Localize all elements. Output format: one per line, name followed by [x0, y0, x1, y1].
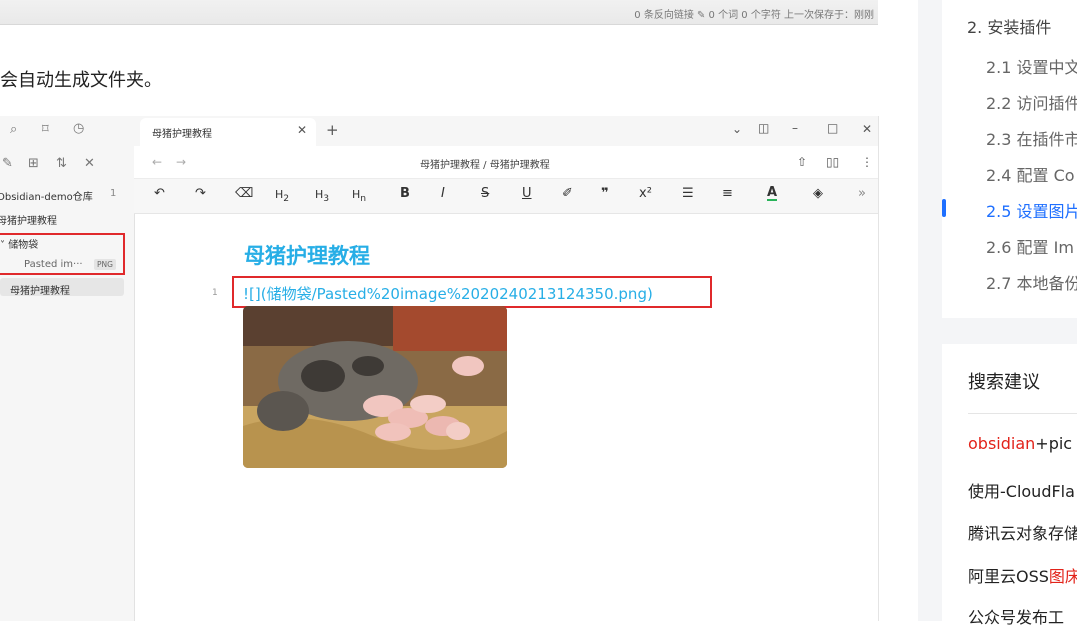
- tree-note-active[interactable]: 母猪护理教程: [10, 282, 70, 297]
- pin-icon[interactable]: ⇧: [797, 155, 807, 169]
- search-icon[interactable]: ⌕: [10, 122, 17, 137]
- toc-item-4[interactable]: 2.4 配置 Co: [986, 162, 1075, 186]
- file-explorer-sidebar: ⌕ ⌑ ◷ ✎ ⊞ ⇅ ✕ Obsidian-demo仓库 1 母猪护理教程 ˅…: [0, 116, 135, 621]
- toc-item-1[interactable]: 2.1 设置中文: [986, 54, 1077, 78]
- redo-icon[interactable]: ↷: [195, 186, 206, 201]
- tab-title: 母猪护理教程: [152, 129, 212, 140]
- tab-list-chevron-icon[interactable]: ⌄: [732, 122, 742, 136]
- strikethrough-button[interactable]: S: [481, 186, 489, 201]
- suggestion-red: 图床: [1048, 567, 1077, 586]
- forward-arrow-icon[interactable]: →: [176, 155, 186, 169]
- toc-item-6[interactable]: 2.6 配置 Im: [986, 234, 1074, 258]
- breadcrumb[interactable]: 母猪护理教程 / 母猪护理教程: [420, 156, 550, 171]
- maximize-icon[interactable]: □: [827, 121, 838, 135]
- clock-icon[interactable]: ◷: [73, 121, 84, 136]
- toc-item-5-active[interactable]: 2.5 设置图片: [986, 198, 1077, 222]
- suggestion-red: obsidian: [968, 434, 1036, 453]
- collapse-icon[interactable]: ✕: [84, 156, 95, 171]
- new-note-icon[interactable]: ✎: [2, 156, 13, 171]
- font-color-button[interactable]: A: [767, 186, 778, 201]
- more-tools-icon[interactable]: »: [858, 186, 866, 201]
- italic-button[interactable]: I: [441, 186, 445, 201]
- align-icon[interactable]: ≡: [722, 186, 733, 201]
- reading-view-icon[interactable]: ▯▯: [826, 155, 839, 169]
- toc-active-indicator: [942, 199, 946, 217]
- highlight-box-folder: [0, 233, 125, 275]
- suggestion-item-2[interactable]: 腾讯云对象存储: [968, 520, 1077, 544]
- quote-icon[interactable]: ❞: [601, 186, 609, 201]
- superscript-icon[interactable]: x²: [639, 186, 652, 201]
- embedded-pig-image: [243, 306, 507, 468]
- line-number: 1: [212, 288, 218, 298]
- toc-item-3[interactable]: 2.3 在插件市: [986, 126, 1077, 150]
- bookmark-icon[interactable]: ⌑: [42, 122, 49, 137]
- more-options-icon[interactable]: ⋮: [861, 155, 873, 169]
- undo-icon[interactable]: ↶: [154, 186, 165, 201]
- vault-count: 1: [110, 188, 117, 199]
- sidebar-toggle-icon[interactable]: ◫: [758, 121, 769, 135]
- status-text: 0 条反向链接 ✎ 0 个词 0 个字符 上一次保存于：刚刚: [634, 10, 874, 21]
- vault-name[interactable]: Obsidian-demo仓库: [0, 188, 93, 203]
- status-strip: 0 条反向链接 ✎ 0 个词 0 个字符 上一次保存于：刚刚: [0, 0, 878, 25]
- tree-note-1[interactable]: 母猪护理教程: [0, 212, 57, 227]
- new-folder-icon[interactable]: ⊞: [28, 156, 39, 171]
- window-close-icon[interactable]: ✕: [862, 122, 872, 136]
- tab-close-icon[interactable]: ✕: [297, 123, 307, 137]
- suggestion-item-4[interactable]: 公众号发布工: [968, 604, 1064, 628]
- h3-button[interactable]: H3: [315, 188, 329, 204]
- h2-button[interactable]: H2: [275, 188, 289, 204]
- suggestion-pre: 阿里云OSS: [968, 567, 1049, 586]
- suggestion-post: +pic: [1035, 434, 1073, 453]
- underline-button[interactable]: U: [522, 186, 532, 201]
- sort-icon[interactable]: ⇅: [56, 156, 67, 171]
- eraser-icon[interactable]: ⌫: [235, 186, 253, 201]
- obsidian-window: ⌕ ⌑ ◷ ✎ ⊞ ⇅ ✕ Obsidian-demo仓库 1 母猪护理教程 ˅…: [0, 116, 879, 621]
- suggestion-item-1[interactable]: 使用-CloudFla: [968, 478, 1075, 502]
- highlight-box-link: [232, 276, 712, 308]
- toc-item-0[interactable]: 2. 安装插件: [967, 14, 1051, 38]
- minimize-icon[interactable]: –: [792, 121, 798, 135]
- highlight-icon[interactable]: ✐: [562, 186, 573, 201]
- pig-photo: [243, 306, 507, 468]
- hn-button[interactable]: Hn: [352, 188, 366, 204]
- side-gap: [918, 0, 942, 621]
- list-icon[interactable]: ☰: [682, 186, 694, 201]
- suggestion-title: 搜索建议: [968, 372, 1040, 393]
- toc-item-2[interactable]: 2.2 访问插件: [986, 90, 1077, 114]
- side-gap-2: [942, 318, 1077, 344]
- new-tab-icon[interactable]: +: [326, 121, 339, 139]
- suggestion-pre: 公众号发布工: [968, 608, 1065, 627]
- suggestion-item-0[interactable]: obsidian+pic: [968, 434, 1072, 453]
- suggestion-divider: [968, 413, 1077, 414]
- bold-button[interactable]: B: [400, 186, 410, 201]
- fill-color-icon[interactable]: ◈: [813, 186, 823, 201]
- back-arrow-icon[interactable]: ←: [152, 155, 162, 169]
- suggestion-pre: 使用-CloudFla: [968, 482, 1075, 501]
- article-paragraph: 会自动生成文件夹。: [0, 70, 162, 91]
- toc-item-7[interactable]: 2.7 本地备份: [986, 270, 1077, 294]
- suggestion-pre: 腾讯云对象存储: [968, 524, 1077, 543]
- note-title[interactable]: 母猪护理教程: [244, 240, 370, 270]
- suggestion-item-3[interactable]: 阿里云OSS图床: [968, 563, 1077, 587]
